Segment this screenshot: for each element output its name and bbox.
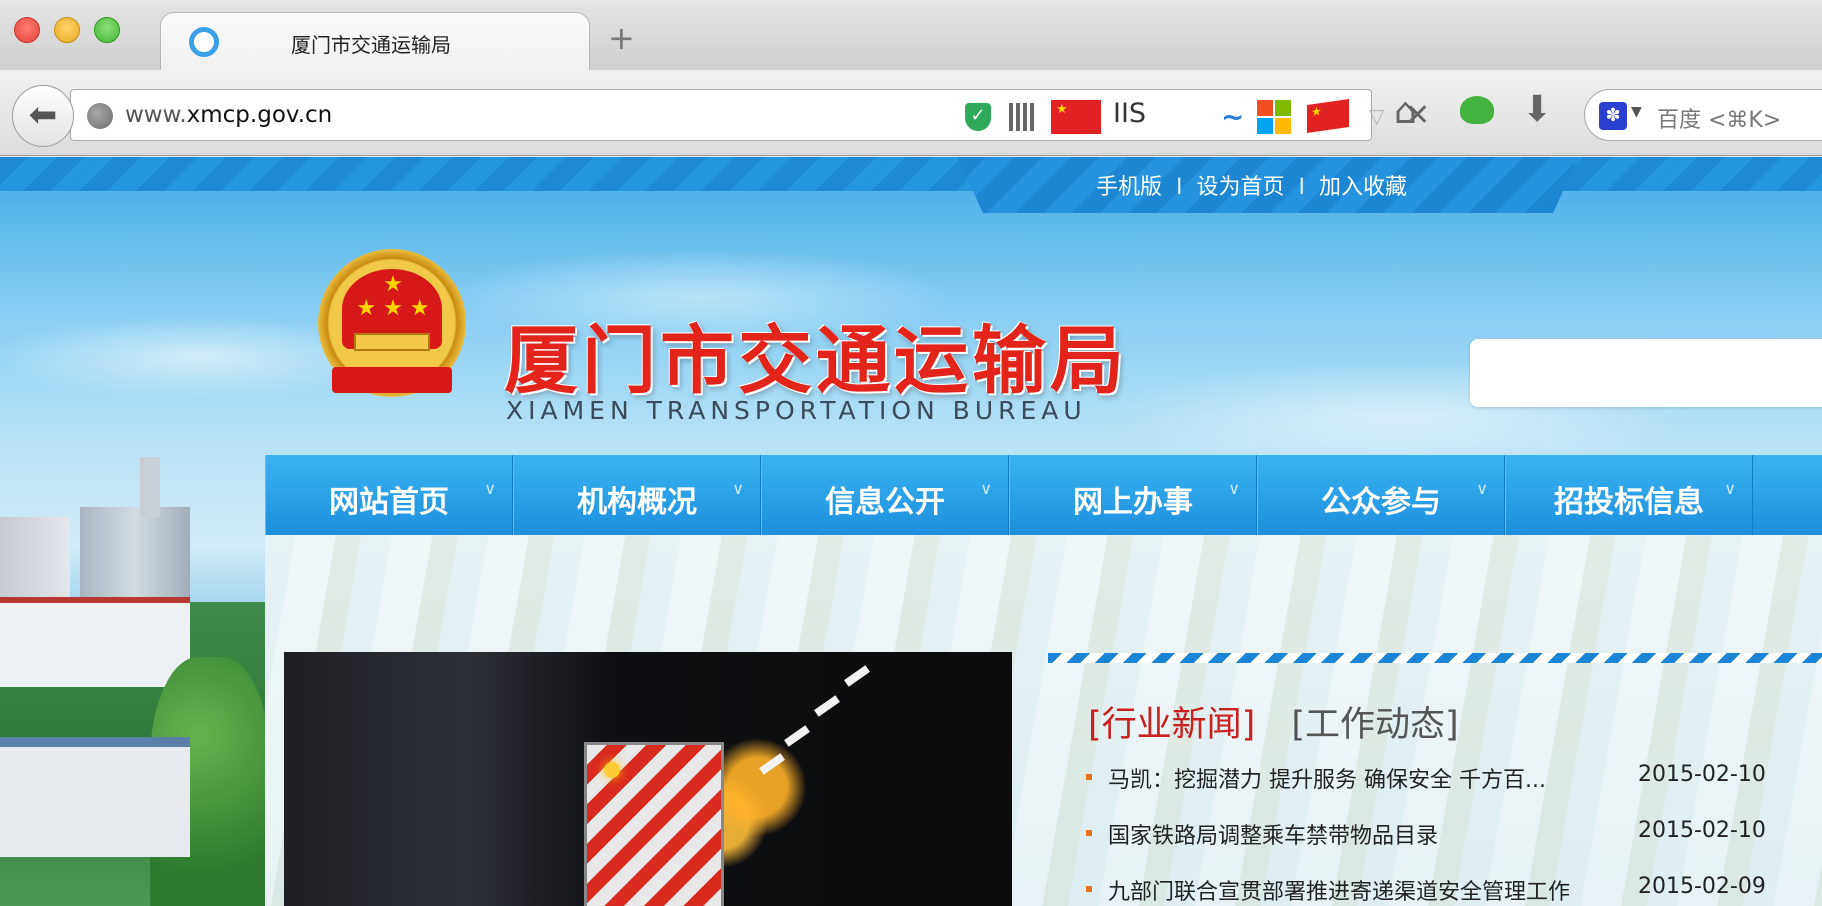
news-list: 马凯：挖掘潜力 提升服务 确保安全 千方百... 2015-02-10 国家铁路… — [1086, 762, 1786, 906]
news-item[interactable]: 马凯：挖掘潜力 提升服务 确保安全 千方百... 2015-02-10 — [1086, 762, 1786, 818]
building — [0, 737, 190, 857]
tab-work-updates[interactable]: [工作动态] — [1291, 705, 1458, 745]
bullet-icon — [1086, 830, 1092, 836]
tab-industry-news[interactable]: [行业新闻] — [1088, 705, 1255, 745]
mobile-version-link[interactable]: 手机版 — [1096, 169, 1162, 201]
tab-loading-icon — [189, 27, 219, 57]
news-tabs: [行业新闻] [工作动态] — [1088, 696, 1459, 747]
download-icon[interactable]: ⬇ — [1522, 92, 1552, 128]
bullet-icon — [1086, 886, 1092, 892]
chevron-down-icon: ∨ — [1476, 479, 1488, 498]
back-button[interactable]: ⬅ — [12, 85, 74, 147]
news-date: 2015-02-10 — [1638, 818, 1766, 843]
main-nav: 网站首页 ∨ 机构概况 ∨ 信息公开 ∨ 网上办事 ∨ 公众参与 ∨ 招投标信息 ∨ — [265, 455, 1822, 535]
chevron-down-icon: ∨ — [980, 479, 992, 498]
url-text[interactable]: www.xmcp.gov.cn — [125, 102, 332, 128]
building — [0, 597, 190, 687]
separator: I — [1176, 175, 1183, 200]
news-divider — [1048, 653, 1822, 663]
wave-icon[interactable]: ~ — [1221, 100, 1244, 133]
china-flag-icon[interactable]: ★ — [1051, 100, 1101, 134]
site-search-input[interactable] — [1470, 339, 1822, 407]
news-date: 2015-02-09 — [1638, 874, 1766, 899]
search-placeholder[interactable]: 百度 <⌘K> — [1657, 102, 1781, 134]
news-date: 2015-02-10 — [1638, 762, 1766, 787]
home-icon[interactable]: ⌂ — [1394, 94, 1417, 130]
nav-item-tender[interactable]: 招投标信息 ∨ — [1505, 455, 1753, 535]
window-minimize-button[interactable] — [54, 17, 80, 43]
new-tab-button[interactable]: + — [608, 22, 635, 54]
chevron-down-icon[interactable]: ▼ — [1631, 104, 1642, 120]
chevron-down-icon: ∨ — [484, 479, 496, 498]
browser-tabbar: 厦门市交通运输局 + — [0, 0, 1822, 72]
set-homepage-link[interactable]: 设为首页 — [1197, 169, 1285, 201]
browser-toolbar: www.xmcp.gov.cn ✓ ★ IIS ~ ★ ▽ ✕ ⬅ ⌂ ⬇ ✽ … — [0, 70, 1822, 156]
national-emblem-logo: ★ ★ ★ ★ — [318, 249, 466, 399]
dropdown-icon[interactable]: ▽ — [1369, 104, 1384, 128]
construction-crane — [140, 457, 160, 517]
qr-code-icon[interactable] — [1009, 103, 1037, 131]
tab-title: 厦门市交通运输局 — [291, 33, 451, 57]
baidu-paw-icon[interactable]: ✽ — [1599, 102, 1627, 130]
iis-icon[interactable]: IIS — [1113, 98, 1146, 129]
chevron-down-icon: ∨ — [732, 479, 744, 498]
bullet-icon — [1086, 774, 1092, 780]
chevron-down-icon: ∨ — [1228, 479, 1240, 498]
windows-logo-icon[interactable] — [1257, 100, 1291, 134]
search-bar[interactable]: ✽ ▼ 百度 <⌘K> — [1584, 89, 1822, 141]
news-title[interactable]: 九部门联合宣贯部署推进寄递渠道安全管理工作 — [1108, 874, 1570, 906]
back-arrow-icon: ⬅ — [28, 95, 58, 135]
top-links: 手机版 I 设为首页 I 加入收藏 — [1096, 169, 1407, 201]
flag-icon[interactable]: ★ — [1307, 99, 1349, 133]
shield-icon[interactable]: ✓ — [965, 103, 991, 131]
news-item[interactable]: 国家铁路局调整乘车禁带物品目录 2015-02-10 — [1086, 818, 1786, 874]
nav-item-home[interactable]: 网站首页 ∨ — [265, 455, 513, 535]
nav-item-services[interactable]: 网上办事 ∨ — [1009, 455, 1257, 535]
nav-item-info[interactable]: 信息公开 ∨ — [761, 455, 1009, 535]
nav-item-org[interactable]: 机构概况 ∨ — [513, 455, 761, 535]
site-subtitle: XIAMEN TRANSPORTATION BUREAU — [506, 396, 1087, 425]
globe-icon — [87, 103, 113, 129]
separator: I — [1298, 175, 1306, 200]
frog-icon[interactable] — [1460, 96, 1494, 124]
window-maximize-button[interactable] — [94, 17, 120, 43]
news-title[interactable]: 马凯：挖掘潜力 提升服务 确保安全 千方百... — [1108, 762, 1546, 794]
news-title[interactable]: 国家铁路局调整乘车禁带物品目录 — [1108, 818, 1438, 850]
news-photo[interactable] — [284, 652, 1012, 906]
news-item[interactable]: 九部门联合宣贯部署推进寄递渠道安全管理工作 2015-02-09 — [1086, 874, 1786, 906]
nav-item-public[interactable]: 公众参与 ∨ — [1257, 455, 1505, 535]
site-title: 厦门市交通运输局 — [504, 318, 1128, 404]
add-favorite-link[interactable]: 加入收藏 — [1319, 169, 1407, 201]
address-bar[interactable]: www.xmcp.gov.cn ✓ ★ IIS ~ ★ ▽ ✕ — [70, 89, 1430, 141]
chevron-down-icon: ∨ — [1724, 479, 1736, 498]
window-close-button[interactable] — [14, 17, 40, 43]
browser-tab[interactable]: 厦门市交通运输局 — [160, 12, 590, 72]
